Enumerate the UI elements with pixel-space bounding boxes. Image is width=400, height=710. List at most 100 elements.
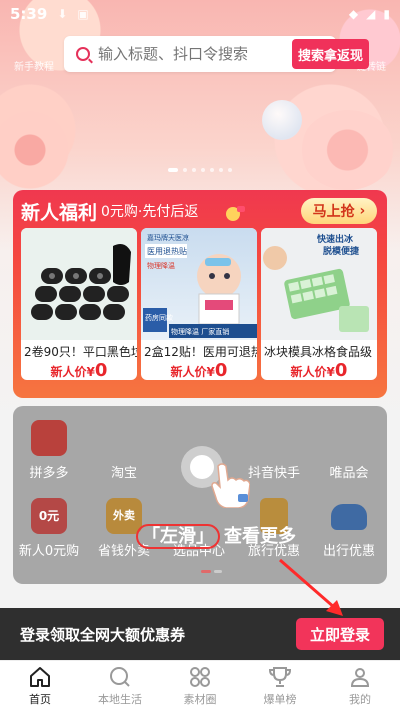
- nav-material[interactable]: 素材圈: [160, 661, 240, 710]
- tutorial-link[interactable]: 新手教程: [14, 58, 54, 73]
- price-value: 0: [334, 360, 348, 380]
- nav-label: 首页: [29, 692, 51, 706]
- nav-mine[interactable]: 我的: [320, 661, 400, 710]
- vip-icon: [331, 420, 367, 456]
- banner-dot: [210, 168, 214, 172]
- banner-dot: [192, 168, 196, 172]
- product-name: 2卷90只！平口黑色垃圾袋: [24, 345, 137, 359]
- platform-newuser-zero[interactable]: 0元 新人0元购: [13, 498, 85, 559]
- page-dot: [201, 570, 211, 573]
- price-value: 0: [214, 360, 228, 380]
- product-image: [21, 228, 137, 340]
- home-icon: [30, 666, 50, 687]
- douyin-icon: [256, 420, 292, 456]
- app-notification-icon: ▣: [77, 7, 89, 21]
- bottom-navigation: 首页 本地生活 素材圈 爆单榜 我的: [0, 660, 400, 710]
- wifi-icon: ◆: [348, 7, 359, 21]
- platform-taobao[interactable]: 淘宝: [88, 420, 160, 481]
- download-icon: ⬇: [57, 7, 68, 21]
- ice-tray-image: 快速出冰 脱模便捷: [263, 233, 369, 332]
- platform-label: 唯品会: [329, 466, 369, 481]
- price-label: 新人价¥: [50, 365, 95, 379]
- product-card[interactable]: 嘉玛牌天医凉 医用退热贴 物理降温 药房同款 物理降温 厂家直销 2盒12贴！医…: [141, 228, 257, 380]
- search-circle-icon: [110, 666, 130, 687]
- nav-label: 本地生活: [98, 692, 142, 706]
- price-label: 新人价¥: [290, 365, 335, 379]
- user-icon: [350, 667, 370, 687]
- new-user-subtitle: 0元购·先付后返: [101, 204, 199, 220]
- banner-dot: [228, 168, 232, 172]
- banner-pagination: [0, 168, 400, 172]
- nav-label: 我的: [349, 692, 371, 706]
- new-user-benefits-card: 新人福利 0元购·先付后返 马上抢 › 2卷90只！平口黑色垃圾袋 新人价¥0: [13, 190, 387, 398]
- flower-decoration: [300, 110, 395, 190]
- swipe-hint-text: 「左滑」 查看更多: [136, 522, 296, 549]
- zero-yuan-icon: 0元: [31, 498, 67, 534]
- product-price: 新人价¥0: [21, 360, 137, 380]
- img-brand-text: 嘉玛牌天医凉: [147, 233, 189, 242]
- trophy-icon: [268, 666, 292, 687]
- status-bar: 5:39 ⬇ ▣ ◆ ◢ ▮: [0, 0, 400, 28]
- login-banner: 登录领取全网大额优惠券 立即登录: [0, 608, 400, 660]
- platform-pagination: [201, 570, 222, 573]
- img-badge-text: 药房同款: [145, 313, 173, 322]
- status-time: 5:39: [10, 5, 48, 23]
- pinduoduo-icon: [31, 420, 67, 456]
- page-dot: [214, 570, 222, 573]
- platform-label: 抖音快手: [247, 466, 300, 481]
- platform-label: 拼多多: [29, 466, 69, 481]
- swipe-hint-word: 「左滑」: [136, 524, 220, 549]
- nav-label: 素材圈: [183, 692, 217, 706]
- platform-pinduoduo[interactable]: 拼多多: [13, 420, 85, 481]
- login-prompt-text: 登录领取全网大额优惠券: [20, 625, 186, 644]
- grab-now-button[interactable]: 马上抢 ›: [301, 198, 377, 224]
- login-now-button[interactable]: 立即登录: [296, 618, 384, 650]
- img-tag-text: 物理降温: [147, 261, 175, 270]
- platform-label: 淘宝: [110, 466, 137, 481]
- img-ice-title: 快速出冰: [317, 233, 354, 245]
- battery-icon: ▮: [383, 7, 390, 21]
- taobao-icon: [106, 420, 142, 456]
- product-image: 嘉玛牌天医凉 医用退热贴 物理降温 药房同款 物理降温 厂家直销: [141, 228, 257, 340]
- car-icon: [331, 504, 367, 530]
- product-card[interactable]: 2卷90只！平口黑色垃圾袋 新人价¥0: [21, 228, 137, 380]
- petal-decoration: [262, 100, 302, 140]
- img-name-text: 医用退热贴: [147, 246, 187, 256]
- product-name: 冰块模具冰格食品级: [264, 345, 373, 359]
- gift-mascot-icon: [226, 206, 245, 221]
- nav-local-life[interactable]: 本地生活: [80, 661, 160, 710]
- search-button[interactable]: 搜索拿返现: [292, 39, 370, 69]
- nav-hot-list[interactable]: 爆单榜: [240, 661, 320, 710]
- product-image: 快速出冰 脱模便捷: [261, 228, 377, 340]
- img-store-text: 物理降温 厂家直销: [171, 327, 229, 336]
- hand-pointer-icon: [211, 463, 250, 508]
- nav-label: 爆单榜: [263, 692, 297, 706]
- search-input[interactable]: [98, 45, 292, 63]
- banner-dot: [183, 168, 187, 172]
- platform-ride[interactable]: 出行优惠: [313, 498, 385, 559]
- signal-icon: ◢: [366, 7, 376, 21]
- banner-dot: [168, 168, 178, 172]
- price-value: 0: [94, 360, 108, 380]
- price-label: 新人价¥: [170, 365, 215, 379]
- grid-icon: [190, 666, 210, 687]
- banner-dot: [219, 168, 223, 172]
- product-name: 2盒12贴！医用可退热贴: [144, 345, 257, 359]
- new-user-title: 新人福利: [21, 202, 98, 224]
- platform-label: 出行优惠: [322, 544, 375, 559]
- nav-home[interactable]: 首页: [0, 661, 80, 710]
- fever-patch-image: 嘉玛牌天医凉 医用退热贴 物理降温 药房同款 物理降温 厂家直销: [143, 233, 257, 338]
- product-price: 新人价¥0: [141, 360, 257, 380]
- garbage-bags-image: [31, 244, 131, 320]
- search-bar[interactable]: 搜索拿返现: [64, 36, 370, 72]
- product-price: 新人价¥0: [261, 360, 377, 380]
- img-ice-sub: 脱模便捷: [323, 245, 360, 257]
- grab-now-label: 马上抢: [312, 204, 355, 220]
- product-card[interactable]: 快速出冰 脱模便捷 冰块模具冰格食品级 新人价¥0: [261, 228, 377, 380]
- platform-label: 新人0元购: [18, 544, 80, 559]
- banner-dot: [201, 168, 205, 172]
- platform-vip[interactable]: 唯品会: [313, 420, 385, 481]
- platform-grid: 拼多多 淘宝 京东 抖音快手 唯品会 0元 新人0元购 外卖 省钱外卖 选品中心…: [13, 406, 387, 584]
- swipe-hint-rest: 查看更多: [224, 526, 296, 547]
- search-icon: [76, 47, 90, 61]
